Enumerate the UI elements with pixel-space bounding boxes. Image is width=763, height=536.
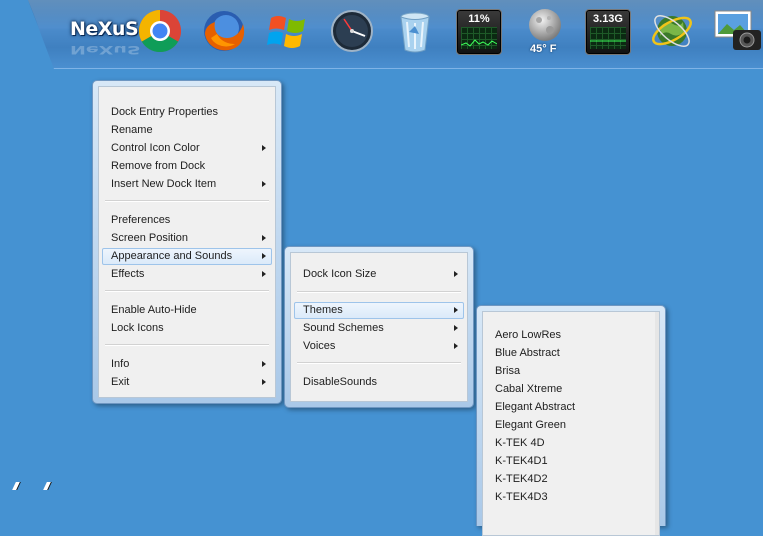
menu-item-label: Insert New Dock Item xyxy=(111,178,217,190)
chrome-icon[interactable] xyxy=(137,8,183,54)
menu-item-voices[interactable]: Voices xyxy=(294,338,464,355)
submenu-arrow-icon xyxy=(262,181,266,187)
menu-item-label: Info xyxy=(111,358,130,370)
memory-meter[interactable]: 3.13G xyxy=(585,9,631,55)
submenu-arrow-icon xyxy=(262,145,266,151)
menu-item-label: Remove from Dock xyxy=(111,160,206,172)
submenu-arrow-icon xyxy=(454,307,458,313)
photo-camera-icon[interactable] xyxy=(713,8,761,54)
menu-item-screen-position[interactable]: Screen Position xyxy=(102,230,272,247)
desktop-mark xyxy=(43,482,51,490)
nexus-logo-reflection: NeXuS xyxy=(70,42,141,56)
cpu-graph xyxy=(461,27,497,49)
menu-separator xyxy=(105,290,269,292)
desktop-mark xyxy=(12,482,20,490)
menu-item-effects[interactable]: Effects xyxy=(102,266,272,283)
cpu-meter[interactable]: 11% xyxy=(456,9,502,55)
menu-item-label: K-TEK4D2 xyxy=(495,473,548,485)
menu-item-label: Dock Entry Properties xyxy=(111,106,218,118)
menu-item-label: Rename xyxy=(111,124,153,136)
theme-item-aero-lowres[interactable]: Aero LowRes xyxy=(486,327,656,344)
menu-item-label: Screen Position xyxy=(111,232,189,244)
theme-item-brisa[interactable]: Brisa xyxy=(486,363,656,380)
submenu-arrow-icon xyxy=(262,379,266,385)
menu-item-label: K-TEK 4D xyxy=(495,437,545,449)
menu-item-lock-icons[interactable]: Lock Icons xyxy=(102,320,272,337)
theme-item-elegant-green[interactable]: Elegant Green xyxy=(486,417,656,434)
menu-item-label: Appearance and Sounds xyxy=(111,250,233,262)
memory-meter-value: 3.13G xyxy=(593,13,623,25)
menu-item-label: Brisa xyxy=(495,365,521,377)
theme-item-cabal-xtreme[interactable]: Cabal Xtreme xyxy=(486,381,656,398)
themes-scrollbar[interactable] xyxy=(655,312,659,535)
menu-separator xyxy=(297,291,461,293)
theme-item-k-tek4d3[interactable]: K-TEK4D3 xyxy=(486,489,656,506)
menu-item-label: Enable Auto-Hide xyxy=(111,304,197,316)
menu-separator xyxy=(105,344,269,346)
menu-item-dock-entry-properties[interactable]: Dock Entry Properties xyxy=(102,104,272,121)
menu-item-rename[interactable]: Rename xyxy=(102,122,272,139)
menu-item-disable-sounds[interactable]: DisableSounds xyxy=(294,374,464,391)
memory-graph xyxy=(590,27,626,49)
submenu-arrow-icon xyxy=(262,271,266,277)
menu-item-label: Elegant Abstract xyxy=(495,401,576,413)
menu-item-label: Preferences xyxy=(111,214,171,226)
submenu-arrow-icon xyxy=(262,235,266,241)
windows-icon[interactable] xyxy=(265,8,311,54)
menu-item-preferences[interactable]: Preferences xyxy=(102,212,272,229)
menu-item-label: K-TEK4D3 xyxy=(495,491,548,503)
submenu-appearance-and-sounds: Dock Icon Size Themes Sound Schemes Voic… xyxy=(284,246,474,408)
recycle-bin-icon[interactable] xyxy=(392,8,438,54)
menu-item-label: Dock Icon Size xyxy=(303,268,377,280)
menu-item-label: DisableSounds xyxy=(303,376,377,388)
submenu-arrow-icon xyxy=(262,361,266,367)
menu-item-themes[interactable]: Themes xyxy=(294,302,464,319)
submenu-arrow-icon xyxy=(454,271,458,277)
theme-item-k-tek-4d[interactable]: K-TEK 4D xyxy=(486,435,656,452)
menu-item-label: Voices xyxy=(303,340,336,352)
menu-item-label: Exit xyxy=(111,376,130,388)
menu-item-sound-schemes[interactable]: Sound Schemes xyxy=(294,320,464,337)
menu-item-label: Aero LowRes xyxy=(495,329,562,341)
menu-item-label: Sound Schemes xyxy=(303,322,384,334)
submenu-arrow-icon xyxy=(454,325,458,331)
menu-separator xyxy=(297,362,461,364)
theme-item-elegant-abstract[interactable]: Elegant Abstract xyxy=(486,399,656,416)
theme-item-k-tek4d2[interactable]: K-TEK4D2 xyxy=(486,471,656,488)
globe-network-icon[interactable] xyxy=(649,8,695,54)
context-menu-main-panel: Dock Entry Properties Rename Control Ico… xyxy=(98,86,276,398)
menu-item-label: Cabal Xtreme xyxy=(495,383,563,395)
menu-item-insert-new-dock-item[interactable]: Insert New Dock Item xyxy=(102,176,272,193)
submenu-arrow-icon xyxy=(262,253,266,259)
menu-item-label: K-TEK4D1 xyxy=(495,455,548,467)
menu-item-label: Elegant Green xyxy=(495,419,566,431)
menu-item-info[interactable]: Info xyxy=(102,356,272,373)
menu-item-control-icon-color[interactable]: Control Icon Color xyxy=(102,140,272,157)
cpu-meter-value: 11% xyxy=(468,13,490,25)
menu-item-exit[interactable]: Exit xyxy=(102,374,272,391)
menu-item-appearance-and-sounds[interactable]: Appearance and Sounds xyxy=(102,248,272,265)
submenu-appearance-panel: Dock Icon Size Themes Sound Schemes Voic… xyxy=(290,252,468,402)
weather-temperature: 45° F xyxy=(530,43,557,55)
menu-item-label: Control Icon Color xyxy=(111,142,200,154)
menu-item-label: Themes xyxy=(303,304,343,316)
nexus-logo[interactable]: NeXuS xyxy=(70,18,139,40)
firefox-icon[interactable] xyxy=(201,8,247,54)
context-menu-main: Dock Entry Properties Rename Control Ico… xyxy=(92,80,282,404)
menu-item-label: Lock Icons xyxy=(111,322,164,334)
submenu-arrow-icon xyxy=(454,343,458,349)
menu-item-enable-auto-hide[interactable]: Enable Auto-Hide xyxy=(102,302,272,319)
theme-item-k-tek4d1[interactable]: K-TEK4D1 xyxy=(486,453,656,470)
submenu-themes: Aero LowRes Blue Abstract Brisa Cabal Xt… xyxy=(476,305,666,536)
clock-icon[interactable] xyxy=(329,8,375,54)
menu-item-dock-icon-size[interactable]: Dock Icon Size xyxy=(294,266,464,283)
menu-item-label: Blue Abstract xyxy=(495,347,560,359)
menu-item-remove-from-dock[interactable]: Remove from Dock xyxy=(102,158,272,175)
menu-separator xyxy=(105,200,269,202)
menu-item-label: Effects xyxy=(111,268,145,280)
theme-item-blue-abstract[interactable]: Blue Abstract xyxy=(486,345,656,362)
submenu-themes-panel[interactable]: Aero LowRes Blue Abstract Brisa Cabal Xt… xyxy=(482,311,660,536)
